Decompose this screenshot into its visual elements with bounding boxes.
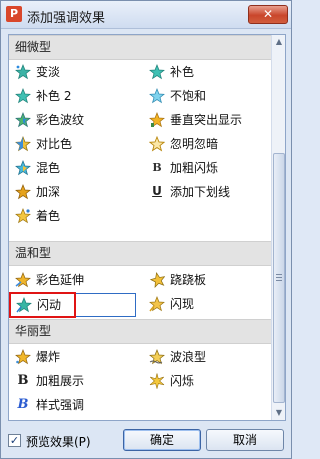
cancel-button[interactable]: 取消	[206, 429, 284, 451]
effect-label: 变淡	[36, 65, 61, 79]
star-wobble-icon	[149, 272, 166, 288]
effect-label: 彩色波纹	[36, 113, 85, 127]
effect-item[interactable]: 彩色波纹	[9, 108, 141, 132]
star-gold-icon	[15, 208, 31, 224]
category-header-moderate: 温和型	[9, 241, 271, 266]
star-wave-icon	[149, 349, 165, 365]
effect-label: 不饱和	[170, 89, 207, 103]
effect-item[interactable]: 闪烁	[143, 369, 271, 393]
star-gold-icon	[15, 272, 31, 288]
star-blue-icon	[15, 136, 31, 152]
effect-item[interactable]: 补色 2	[9, 84, 141, 108]
star-blue-icon	[15, 160, 31, 176]
effect-label: 加深	[36, 185, 61, 199]
effect-label: 加粗展示	[36, 374, 85, 388]
effect-label: 混色	[36, 161, 61, 175]
star-teal-icon	[149, 64, 165, 80]
effect-item[interactable]: 着色	[9, 204, 141, 228]
underline-u-icon: U	[152, 184, 162, 198]
effect-label: 着色	[36, 209, 61, 223]
effect-item[interactable]: 闪现	[143, 292, 271, 316]
effect-item[interactable]: 变淡	[9, 60, 141, 84]
effect-item[interactable]: 混色	[9, 156, 141, 180]
star-teal-icon	[149, 88, 165, 104]
effect-label: 垂直突出显示	[170, 113, 243, 127]
star-gold-icon	[15, 184, 31, 200]
effect-item[interactable]: 跷跷板	[143, 268, 271, 292]
vertical-scrollbar[interactable]: ▲ ▼	[271, 35, 285, 420]
ok-button[interactable]: 确定	[123, 429, 201, 451]
effect-item[interactable]: 彩色延伸	[9, 268, 141, 292]
effect-label: 样式强调	[36, 398, 85, 412]
effect-label: 波浪型	[170, 350, 207, 364]
effect-item[interactable]: 忽明忽暗	[143, 132, 271, 156]
grip-line	[276, 274, 282, 275]
effect-item[interactable]: 不饱和	[143, 84, 271, 108]
grip-line	[276, 277, 282, 278]
star-gold-icon	[149, 112, 165, 128]
sparkle-star-gold-icon	[149, 296, 165, 312]
sparkle-star-teal-icon	[15, 64, 31, 80]
star-burst-icon	[149, 373, 165, 390]
effect-label: 忽明忽暗	[170, 137, 219, 151]
add-emphasis-effect-dialog: P 添加强调效果 ✕ 细微型 变淡 补色 补色 2 不饱和 彩色波纹 垂直突出显…	[0, 0, 292, 459]
effect-label: 爆炸	[36, 350, 61, 364]
effect-label: 添加下划线	[170, 185, 231, 199]
effect-label: 对比色	[36, 137, 73, 151]
scroll-up-arrow-icon[interactable]: ▲	[273, 35, 285, 49]
effect-item[interactable]: 对比色	[9, 132, 141, 156]
scrollbar-thumb[interactable]	[273, 153, 285, 403]
effect-label: 跷跷板	[170, 273, 207, 287]
preview-checkbox[interactable]: ✓	[8, 434, 21, 447]
effects-list: 细微型 变淡 补色 补色 2 不饱和 彩色波纹 垂直突出显示 对比色 忽明忽暗 …	[8, 34, 286, 421]
star-gold-icon	[15, 349, 31, 365]
bold-b-icon: B	[152, 161, 162, 174]
category-header-exciting: 华丽型	[9, 319, 271, 344]
effect-label: 补色 2	[36, 89, 72, 103]
bold-b-blue-icon: B	[17, 397, 29, 412]
effect-label: 闪现	[170, 297, 195, 311]
highlight-box	[9, 292, 76, 318]
effect-item[interactable]: 波浪型	[143, 345, 271, 369]
effect-label: 加粗闪烁	[170, 161, 219, 175]
bold-b-icon: B	[17, 373, 29, 388]
effect-item[interactable]: B 样式强调	[9, 393, 141, 417]
effect-label: 彩色延伸	[36, 273, 85, 287]
grip-line	[276, 280, 282, 281]
dialog-title: 添加强调效果	[27, 11, 106, 26]
category-header-subtle: 细微型	[9, 35, 271, 60]
powerpoint-app-icon: P	[6, 6, 22, 22]
effect-item[interactable]: B 加粗展示	[9, 369, 141, 393]
star-teal-icon	[15, 88, 31, 104]
scroll-down-arrow-icon[interactable]: ▼	[273, 406, 285, 420]
close-button[interactable]: ✕	[248, 5, 288, 24]
effect-item[interactable]: 补色	[143, 60, 271, 84]
effect-item[interactable]: 垂直突出显示	[143, 108, 271, 132]
effect-item[interactable]: 加深	[9, 180, 141, 204]
effects-list-content: 细微型 变淡 补色 补色 2 不饱和 彩色波纹 垂直突出显示 对比色 忽明忽暗 …	[9, 35, 271, 420]
star-outline-icon	[148, 135, 166, 152]
preview-label[interactable]: 预览效果(P)	[26, 433, 91, 450]
effect-label: 补色	[170, 65, 195, 79]
title-bar[interactable]: P 添加强调效果 ✕	[1, 1, 291, 29]
star-multicolor-icon	[15, 112, 31, 128]
effect-item[interactable]: B 加粗闪烁	[143, 156, 271, 180]
effect-label: 闪烁	[170, 374, 195, 388]
effect-item[interactable]: 爆炸	[9, 345, 141, 369]
dialog-footer: ✓ 预览效果(P) 确定 取消	[1, 425, 291, 459]
effect-item[interactable]: U 添加下划线	[143, 180, 271, 204]
